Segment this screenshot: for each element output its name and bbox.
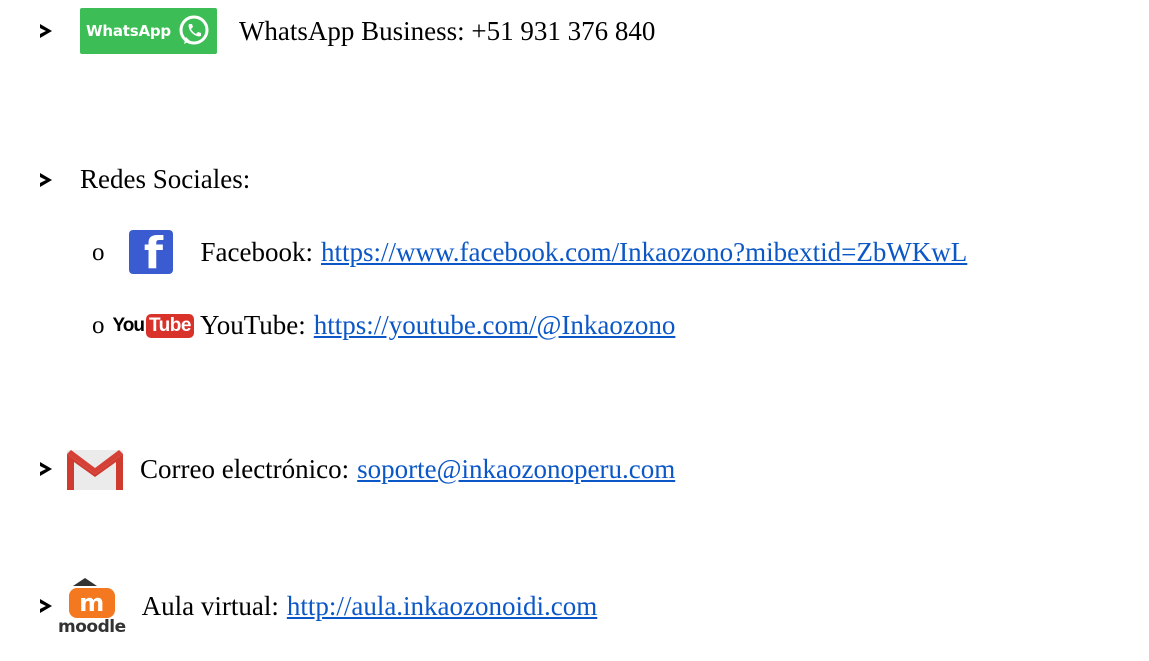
whatsapp-text: WhatsApp Business: +51 931 376 840 [238,15,656,46]
arrow-bullet-icon [40,599,56,613]
email-label: Correo electrónico: [140,453,350,484]
gmail-icon [67,450,123,490]
facebook-row: o f Facebook: https://www.facebook.com/I… [92,230,967,274]
youtube-link[interactable]: https://youtube.com/@Inkaozono [314,310,676,341]
arrow-bullet-icon [40,462,56,476]
youtube-icon: You Tube [113,313,194,338]
email-link[interactable]: soporte@inkaozonoperu.com [357,454,675,485]
sub-bullet: o [92,312,105,339]
moodle-icon: m moodle [58,578,126,636]
whatsapp-row: WhatsApp WhatsApp Business: +51 931 376 … [40,8,655,54]
social-heading: Redes Sociales: [80,164,251,194]
aula-link[interactable]: http://aula.inkaozonoidi.com [287,591,597,622]
aula-row: m moodle Aula virtual: http://aula.inkao… [40,578,597,636]
facebook-icon: f [128,230,173,274]
email-row: Correo electrónico: soporte@inkaozonoper… [40,446,675,492]
arrow-bullet-icon [40,24,56,38]
facebook-link[interactable]: https://www.facebook.com/Inkaozono?mibex… [321,237,967,268]
whatsapp-icon [179,15,209,45]
sub-bullet: o [92,238,105,266]
arrow-bullet-icon [40,172,56,187]
whatsapp-badge: WhatsApp [80,8,217,54]
youtube-label: YouTube: [199,310,306,340]
whatsapp-badge-label: WhatsApp [86,22,171,40]
aula-label: Aula virtual: [141,590,279,621]
youtube-row: o You Tube YouTube: https://youtube.com/… [92,310,675,341]
facebook-label: Facebook: [200,236,313,267]
social-heading-row: Redes Sociales: [40,164,250,195]
